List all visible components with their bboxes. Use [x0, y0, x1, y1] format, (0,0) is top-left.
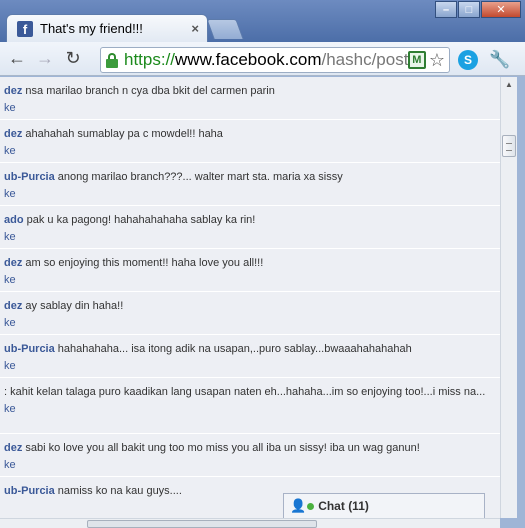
comment-text: ay sablay din haha!! [22, 300, 124, 312]
comment-text: nsa marilao branch n cya dba bkit del ca… [22, 85, 275, 97]
title-bar: f That's my friend!!! × – □ ✕ [0, 0, 525, 42]
comment-text: hahahahaha... isa itong adik na usapan,.… [54, 343, 412, 355]
online-status-icon [307, 502, 315, 510]
lock-icon [105, 52, 119, 68]
comment-text: : kahit kelan talaga puro kaadikan lang … [4, 386, 486, 398]
wrench-icon[interactable]: 🔧 [489, 50, 510, 70]
comment-author[interactable]: dez [4, 442, 22, 454]
chat-bar[interactable]: 👤 Chat (11) [283, 493, 485, 518]
chat-label: Chat (11) [318, 499, 369, 513]
scroll-up-icon[interactable]: ▲ [501, 77, 517, 93]
comment-item: ub-Purcia anong marilao branch???... wal… [0, 163, 500, 206]
tab-title: That's my friend!!! [40, 21, 143, 36]
new-tab-button[interactable] [206, 19, 244, 39]
comment-author[interactable]: dez [4, 85, 22, 97]
url-host: www.facebook.com [175, 50, 322, 69]
person-icon: 👤 [290, 498, 307, 513]
like-link[interactable]: ke [4, 230, 496, 244]
comment-author[interactable]: dez [4, 257, 22, 269]
address-bar[interactable]: https://www.facebook.com/hashc/posts/3 M… [100, 47, 450, 73]
comment-author[interactable]: ub-Purcia [4, 171, 55, 183]
like-link[interactable]: ke [4, 359, 496, 373]
like-link[interactable]: ke [4, 273, 496, 287]
like-link[interactable]: ke [4, 144, 496, 158]
forward-button[interactable]: → [34, 48, 56, 70]
horizontal-scroll-thumb[interactable] [87, 520, 317, 528]
bookmark-star-icon[interactable]: ☆ [429, 50, 445, 71]
comment-text: pak u ka pagong! hahahahahaha sablay ka … [23, 214, 256, 226]
comment-item: dez nsa marilao branch n cya dba bkit de… [0, 77, 500, 120]
comment-text: anong marilao branch???... walter mart s… [54, 171, 343, 183]
maximize-button[interactable]: □ [458, 1, 480, 18]
like-link[interactable]: ke [4, 316, 496, 330]
comment-item: dez sabi ko love you all bakit ung too m… [0, 434, 500, 477]
comment-item: ub-Purcia hahahahaha... isa itong adik n… [0, 335, 500, 378]
comment-text: namiss ko na kau guys.... [54, 485, 182, 497]
comment-text: sabi ko love you all bakit ung too mo mi… [22, 442, 420, 454]
browser-toolbar: ← → ↻ https://www.facebook.com/hashc/pos… [0, 42, 525, 76]
comment-text: ahahahah sumablay pa c mowdel!! haha [22, 128, 223, 140]
comment-list: dez nsa marilao branch n cya dba bkit de… [0, 77, 500, 518]
comment-item: dez ahahahah sumablay pa c mowdel!! haha… [0, 120, 500, 163]
window-controls: – □ ✕ [434, 1, 521, 18]
like-link[interactable]: ke [4, 187, 496, 201]
url-path: /hashc/posts/3 [321, 50, 408, 69]
comment-author[interactable]: ub-Purcia [4, 343, 55, 355]
window-frame-edge [517, 77, 525, 528]
back-button[interactable]: ← [6, 48, 28, 70]
url-scheme: https:// [124, 50, 176, 69]
comment-text: am so enjoying this moment!! haha love y… [22, 257, 264, 269]
comment-item: : kahit kelan talaga puro kaadikan lang … [0, 378, 500, 434]
extension-icon[interactable]: M [407, 51, 426, 69]
like-link[interactable]: ke [4, 101, 496, 115]
reload-button[interactable]: ↻ [62, 48, 84, 70]
comment-item: dez am so enjoying this moment!! haha lo… [0, 249, 500, 292]
comment-author[interactable]: dez [4, 128, 22, 140]
skype-icon[interactable]: S [458, 50, 478, 70]
url-text[interactable]: https://www.facebook.com/hashc/posts/3 [124, 50, 408, 70]
vertical-scrollbar[interactable]: ▲ [500, 77, 517, 518]
browser-tab[interactable]: f That's my friend!!! × [6, 14, 208, 42]
comment-item: dez ay sablay din haha!! ke [0, 292, 500, 335]
like-link[interactable]: ke [4, 402, 496, 416]
comment-author[interactable]: ub-Purcia [4, 485, 55, 497]
tab-close-icon[interactable]: × [191, 21, 199, 36]
comment-item: ado pak u ka pagong! hahahahahaha sablay… [0, 206, 500, 249]
comment-author[interactable]: dez [4, 300, 22, 312]
window-close-button[interactable]: ✕ [481, 1, 521, 18]
facebook-favicon-icon: f [17, 20, 33, 37]
minimize-button[interactable]: – [435, 1, 457, 18]
horizontal-scrollbar[interactable] [0, 518, 500, 528]
like-link[interactable]: ke [4, 458, 496, 472]
comment-author[interactable]: ado [4, 214, 24, 226]
vertical-scroll-thumb[interactable] [502, 135, 516, 157]
